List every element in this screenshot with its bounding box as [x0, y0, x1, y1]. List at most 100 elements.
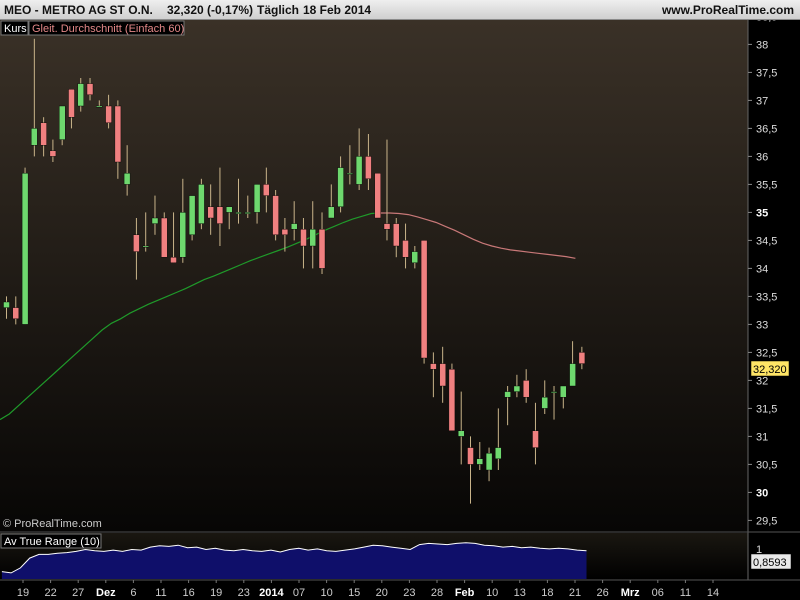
candle-body	[216, 206, 224, 224]
x-tick-label: 11	[680, 587, 691, 599]
candle-body	[328, 206, 335, 219]
y-tick-label: 38,5	[756, 20, 777, 23]
x-tick-label: Mrz	[621, 587, 640, 599]
candle-body	[448, 369, 456, 432]
y-tick-label: 33,5	[756, 291, 777, 303]
candle-body	[523, 380, 530, 398]
candle-body	[123, 172, 131, 185]
atr-last-text: 0,8593	[753, 557, 787, 569]
candle-body	[495, 447, 502, 460]
candle	[448, 363, 456, 432]
candle-body	[476, 458, 483, 465]
period-label: Täglich	[257, 3, 300, 17]
atr-last-marker: 0,8593	[750, 553, 792, 570]
y-tick-label: 32	[756, 375, 768, 387]
candle-body	[569, 363, 576, 387]
candle-body	[179, 212, 187, 258]
candle-body	[77, 83, 84, 107]
panel-label-atr: Av True Range (10)	[0, 533, 102, 549]
candle-body	[485, 453, 493, 471]
candle-body	[513, 385, 521, 392]
x-tick-label: 21	[569, 587, 581, 599]
candle	[420, 240, 428, 364]
y-tick-label: 29,5	[756, 515, 777, 527]
x-tick-label: 23	[238, 587, 250, 599]
atr-label-text: Av True Range (10)	[4, 536, 100, 548]
x-tick-label: 10	[486, 587, 498, 599]
copyright-text: © ProRealTime.com	[3, 518, 102, 530]
x-tick-label: 16	[182, 587, 194, 599]
x-tick-label: 13	[514, 587, 526, 599]
x-tick-label: Feb	[455, 587, 475, 599]
y-tick-label: 31,5	[756, 403, 777, 415]
candle-body	[133, 234, 140, 252]
x-tick-label: 06	[652, 587, 664, 599]
y-tick-label: 31	[756, 431, 768, 443]
candle-body	[550, 391, 558, 394]
candle-body	[439, 363, 446, 387]
candle-body	[198, 184, 205, 224]
candle	[272, 190, 279, 241]
price-label-text: Kurs	[4, 23, 27, 35]
candle-body	[207, 206, 214, 219]
x-tick-label: 2014	[259, 587, 284, 599]
atr-tick-label: 1	[756, 544, 762, 556]
panel-label-price: Kurs	[0, 20, 29, 36]
candle-body	[541, 397, 548, 409]
candle-body	[31, 128, 38, 146]
candle-body	[170, 257, 177, 264]
candle-body	[365, 156, 372, 179]
y-tick-label: 34	[756, 263, 768, 275]
price-panel-bg	[0, 20, 748, 531]
x-tick-label: 18	[541, 587, 553, 599]
x-tick-label: 10	[320, 587, 332, 599]
x-tick-label: 28	[431, 587, 443, 599]
candle-body	[253, 184, 261, 213]
candle-body	[467, 447, 474, 465]
candle-body	[142, 245, 149, 248]
candle-body	[49, 150, 57, 157]
candle	[59, 105, 66, 146]
y-tick-label: 37	[756, 95, 768, 107]
candle-body	[96, 105, 103, 108]
candle-body	[430, 363, 437, 370]
candle	[374, 172, 381, 219]
candle-body	[337, 167, 344, 208]
candle-body	[3, 301, 10, 308]
y-tick-label: 35,5	[756, 179, 777, 191]
candle-body	[105, 105, 112, 123]
last-price-marker: 32,320	[750, 360, 790, 377]
y-tick-label: 30	[756, 487, 768, 499]
x-tick-label: 23	[403, 587, 415, 599]
candle-body	[300, 228, 307, 247]
y-tick-label: 38	[756, 39, 768, 51]
y-tick-label: 30,5	[756, 459, 777, 471]
panel-label-ma: Gleit. Durchschnitt (Einfach 60)	[28, 20, 185, 36]
candle-body	[40, 122, 47, 146]
ticker-name: MEO - METRO AG ST O.N.	[4, 3, 153, 17]
x-axis-ticks: 19 22 27 Dez 6 11 16 19 23 2014 07 10 15 20 23 28 Feb 10 1…	[17, 580, 719, 599]
candle	[198, 178, 205, 230]
candle-body	[402, 240, 409, 258]
candle-body	[291, 223, 298, 230]
website-label: www.ProRealTime.com	[661, 3, 794, 17]
candle-body	[346, 172, 354, 175]
x-tick-label: 27	[72, 587, 84, 599]
y-tick-label: 32,5	[756, 347, 777, 359]
candle-body	[393, 223, 400, 247]
date-label: 18 Feb 2014	[303, 3, 372, 17]
candle-body	[374, 172, 381, 219]
candle-body	[12, 307, 20, 320]
ma-label-text: Gleit. Durchschnitt (Einfach 60)	[32, 23, 184, 35]
x-tick-label: 22	[44, 587, 56, 599]
candle-body	[188, 195, 196, 236]
candle-body	[309, 228, 316, 247]
last-price-text: 32,320	[753, 364, 787, 376]
x-tick-label: 6	[130, 587, 136, 599]
candle-body	[318, 228, 326, 269]
candle-body	[281, 228, 289, 235]
y-tick-label: 36	[756, 151, 768, 163]
candle-body	[272, 195, 279, 236]
candle-body	[161, 217, 168, 258]
candle	[161, 212, 168, 258]
